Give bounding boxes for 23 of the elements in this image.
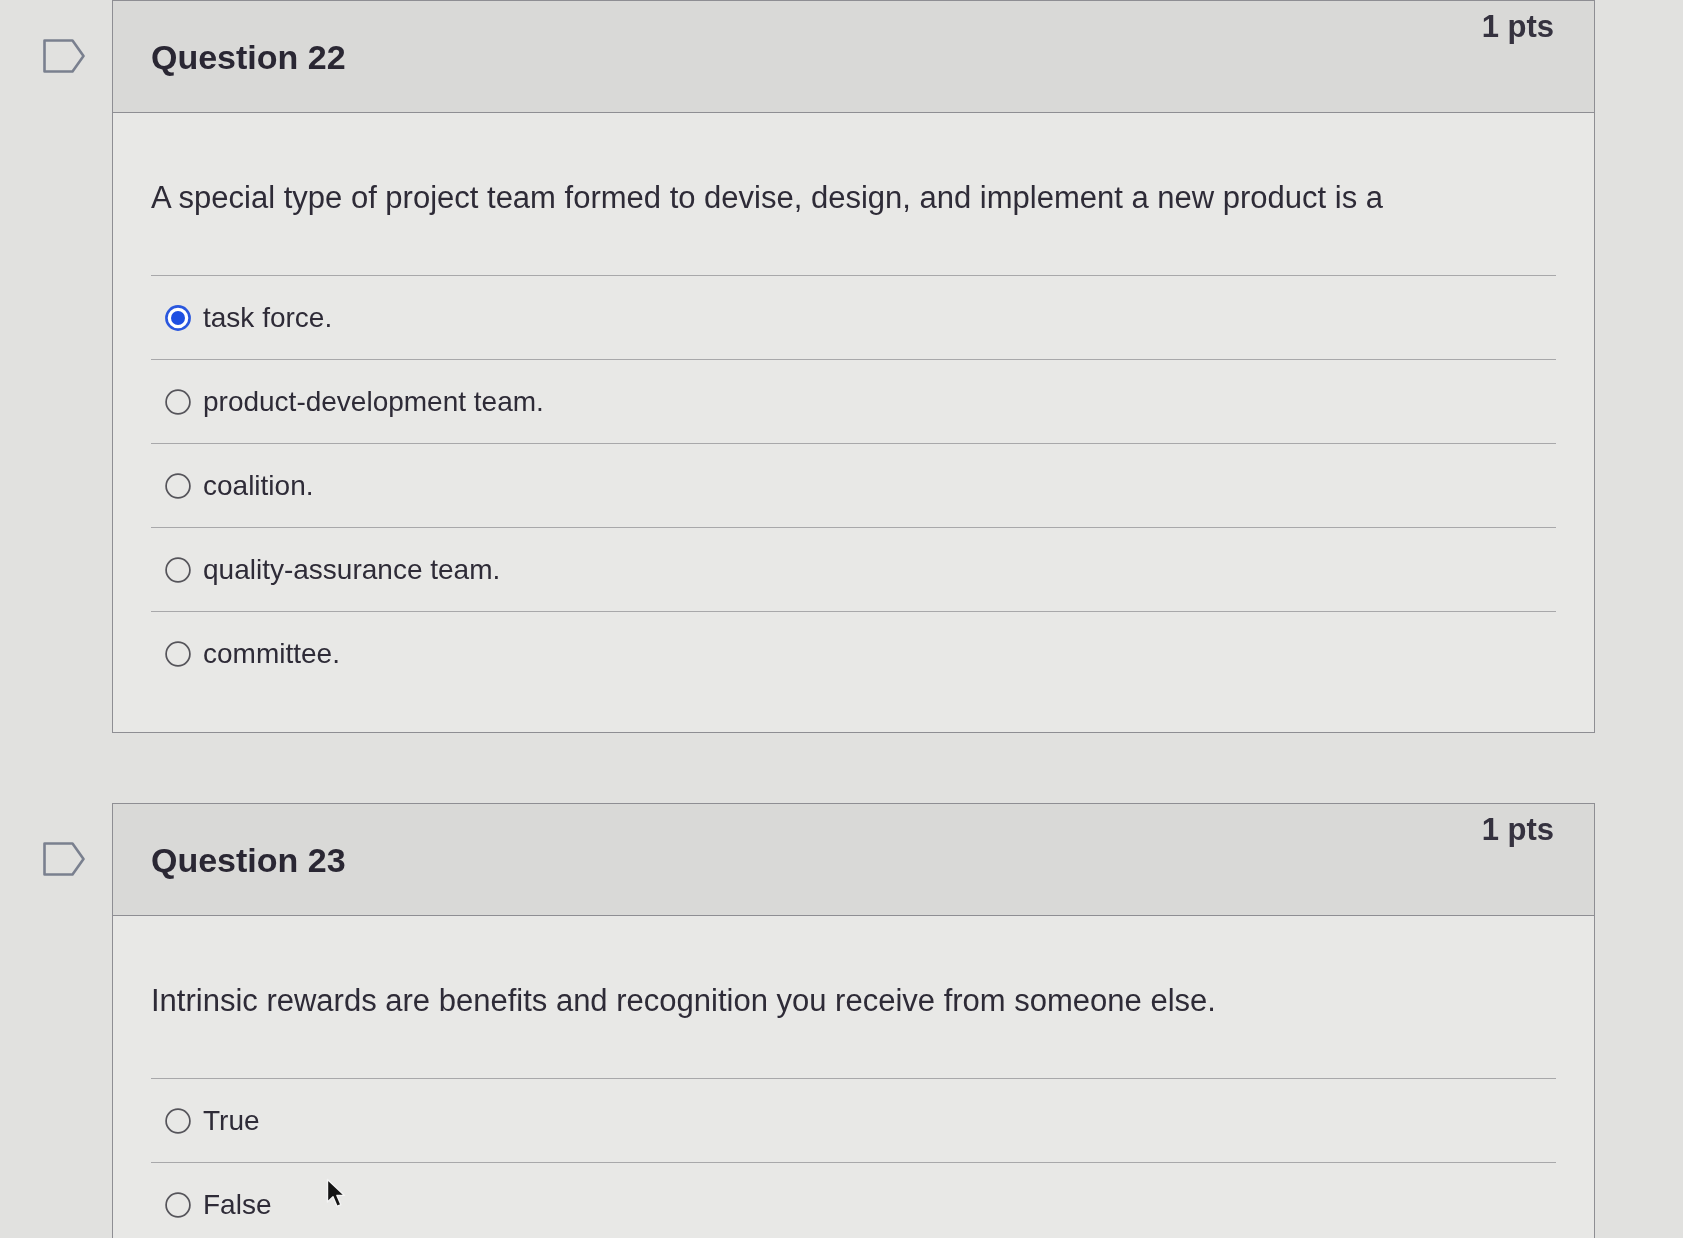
option-label: coalition. (203, 468, 314, 503)
radio-button[interactable] (165, 472, 191, 499)
radio-button[interactable] (165, 1192, 191, 1218)
radio-button[interactable] (165, 304, 191, 331)
option-label: committee. (203, 637, 340, 671)
tag-icon[interactable] (43, 39, 85, 73)
points-label: 1 pts (1481, 812, 1554, 848)
question-title: Question 22 (151, 36, 346, 77)
option-label: task force. (203, 300, 333, 335)
radio-button[interactable] (165, 641, 191, 667)
radio-button[interactable] (165, 1107, 191, 1134)
question-text: A special type of project team formed to devise, design, and implement a new product is a (151, 179, 1385, 217)
radio-button[interactable] (165, 556, 191, 583)
option-label: True (203, 1103, 260, 1138)
points-label: 1 pts (1481, 9, 1554, 45)
radio-button[interactable] (165, 388, 191, 415)
option-label: product-development team. (203, 384, 544, 419)
question-title: Question 23 (151, 839, 346, 880)
mouse-pointer-icon (326, 1178, 346, 1208)
question-text: Intrinsic rewards are benefits and recognition you receive from someone else. (151, 982, 1217, 1020)
option-label: False (203, 1188, 272, 1222)
option-label: quality-assurance team. (203, 552, 501, 587)
tag-icon[interactable] (43, 842, 85, 876)
